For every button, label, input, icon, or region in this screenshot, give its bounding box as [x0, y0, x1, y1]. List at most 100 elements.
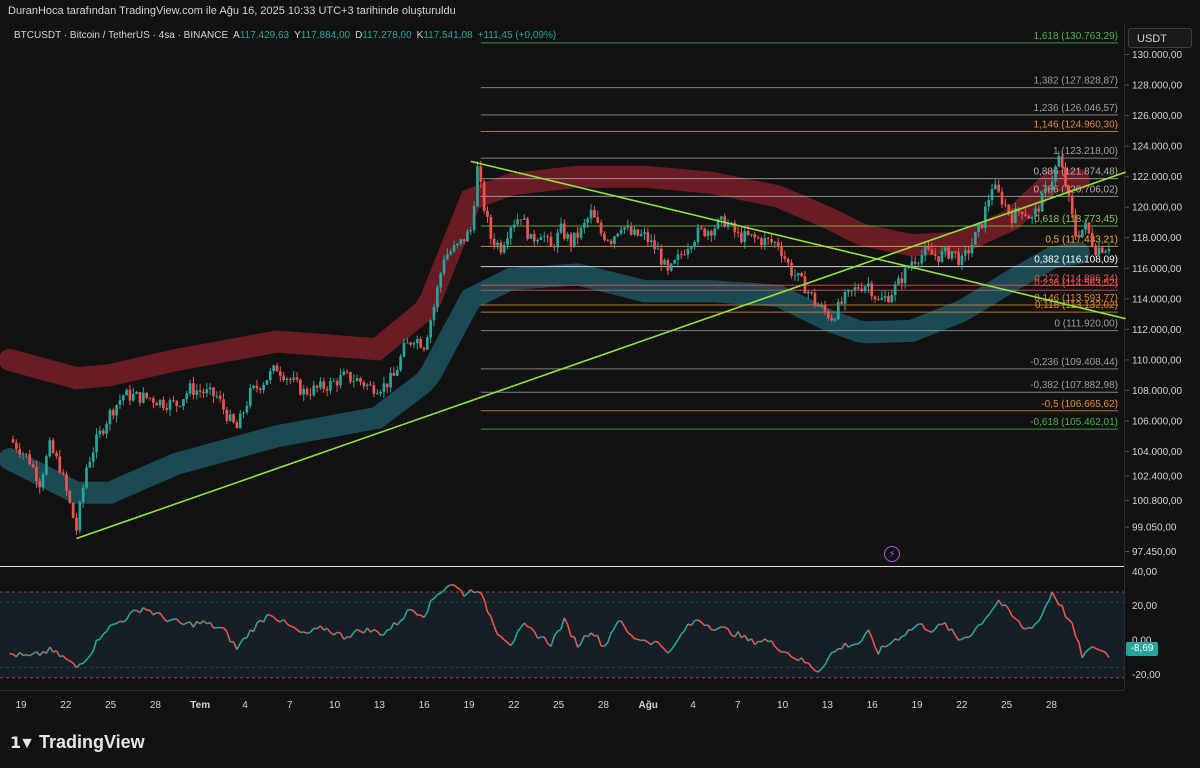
candle-body — [873, 296, 877, 300]
candle-body — [689, 247, 693, 249]
time-tick-label: 7 — [287, 700, 293, 711]
oscillator-line-segment — [306, 631, 311, 635]
oscillator-line-segment — [537, 636, 542, 639]
candle-body — [375, 393, 379, 395]
candle-body — [325, 388, 329, 391]
time-tick-label: Ağu — [638, 700, 657, 711]
candle-body — [616, 233, 620, 237]
candle-body — [509, 227, 513, 239]
candle-body — [118, 400, 122, 405]
candle-body — [399, 356, 402, 371]
candle-body — [202, 391, 205, 394]
candle-body — [970, 244, 974, 254]
candle-body — [81, 487, 85, 503]
candle-body — [138, 391, 142, 403]
candle-body — [215, 395, 219, 397]
candle-body — [659, 248, 663, 265]
oscillator-line-segment — [784, 651, 789, 654]
time-tick-label: 19 — [15, 700, 27, 711]
candle-body — [382, 383, 386, 392]
candle-body — [1024, 214, 1027, 216]
candle-body — [272, 365, 275, 372]
candle-body — [960, 255, 964, 265]
candle-body — [556, 232, 559, 248]
candle-body — [309, 394, 312, 396]
candle-body — [268, 371, 272, 381]
tradingview-logo-icon: 𝟭▼ — [10, 734, 35, 752]
candle-body — [352, 381, 356, 382]
candle-body — [1010, 212, 1014, 224]
fib-level-label: -0,5 (106.665,62) — [1041, 399, 1118, 410]
oscillator-line-segment — [113, 622, 117, 626]
candle-body — [589, 209, 593, 219]
candle-body — [282, 375, 285, 381]
candle-body — [312, 385, 316, 396]
candle-body — [987, 200, 991, 207]
candle-body — [299, 379, 302, 395]
candle-body — [840, 301, 843, 304]
candle-body — [890, 295, 894, 303]
price-tick-label: 100.800,00 — [1132, 496, 1182, 507]
candle-body — [870, 283, 874, 297]
candle-body — [1074, 214, 1077, 237]
candle-body — [1090, 232, 1094, 246]
oscillator-line-segment — [290, 625, 294, 628]
candle-body — [255, 385, 259, 389]
candle-body — [1064, 167, 1067, 186]
candle-body — [609, 240, 613, 244]
candle-body — [121, 395, 125, 401]
price-tick-label: 112.000,00 — [1132, 325, 1182, 336]
candle-body — [18, 448, 22, 455]
candle-body — [1077, 236, 1081, 238]
candle-body — [1104, 251, 1107, 253]
candle-body — [245, 405, 249, 413]
candle-body — [1100, 247, 1104, 253]
candle-body — [786, 258, 790, 263]
candle-body — [569, 234, 573, 246]
candle-body — [843, 292, 847, 304]
price-tick-label: 122.000,00 — [1132, 172, 1182, 183]
candle-body — [128, 389, 132, 401]
candle-body — [178, 406, 182, 407]
candle-body — [573, 232, 576, 246]
candle-body — [847, 290, 850, 293]
candle-body — [1094, 245, 1097, 256]
candle-body — [31, 464, 35, 467]
candle-body — [115, 404, 118, 416]
price-tick-label: 126.000,00 — [1132, 111, 1182, 122]
candle-body — [342, 371, 346, 376]
flash-icon[interactable]: ⚡ — [884, 546, 900, 562]
price-tick-label: 110.000,00 — [1132, 355, 1182, 366]
candle-body — [943, 247, 947, 252]
candle-body — [783, 256, 787, 259]
brand-name: TradingView — [38, 732, 145, 752]
candle-body — [937, 255, 940, 262]
oscillator-line-segment — [924, 628, 929, 632]
candle-body — [940, 251, 944, 262]
fib-level-label: 0,886 (121.874,48) — [1033, 167, 1118, 178]
oscillator-tick-label: 20,00 — [1132, 601, 1157, 612]
candle-body — [449, 251, 453, 255]
candle-body — [599, 222, 603, 234]
time-tick-label: 13 — [822, 700, 834, 711]
candle-body — [228, 414, 232, 422]
candle-body — [188, 383, 192, 394]
candle-body — [619, 229, 623, 234]
candle-body — [355, 378, 359, 382]
candle-body — [292, 377, 296, 380]
candle-body — [225, 409, 229, 422]
candle-body — [913, 261, 917, 264]
candle-body — [967, 250, 970, 254]
chart-canvas[interactable]: 1,618 (130.763,29) 1,382 (127.828,87) 1,23… — [0, 0, 1200, 768]
oscillator-line-segment — [634, 637, 638, 641]
candle-body — [666, 260, 670, 271]
candle-body — [101, 430, 105, 434]
candle-body — [432, 306, 436, 321]
candle-body — [212, 387, 215, 397]
candle-body — [55, 452, 58, 457]
candle-body — [172, 400, 175, 401]
candle-body — [446, 254, 449, 260]
candle-body — [452, 245, 456, 252]
tradingview-brand[interactable]: 𝟭▼ TradingView — [10, 732, 145, 753]
candle-body — [649, 240, 653, 243]
